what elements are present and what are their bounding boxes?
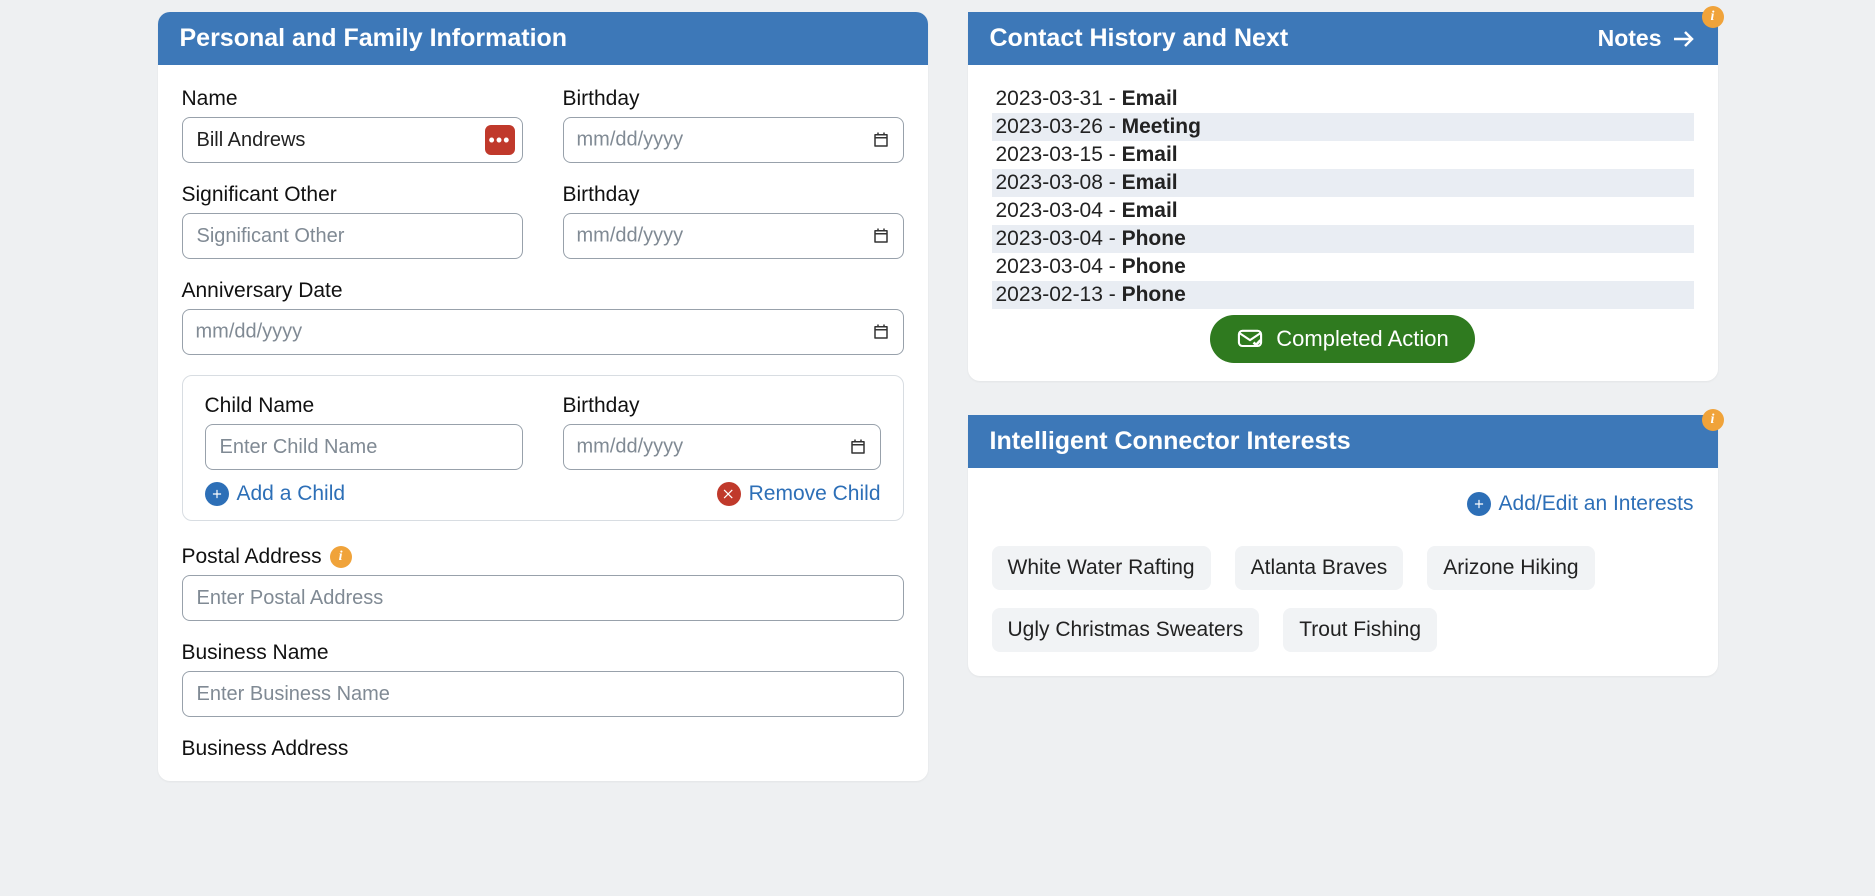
info-icon[interactable]: i [1702,6,1724,28]
history-row[interactable]: 2023-03-26 - Meeting [992,113,1694,141]
interests-header-title: Intelligent Connector Interests [990,427,1351,456]
so-birthday-label: Birthday [563,183,904,207]
so-birthday-input[interactable] [563,213,904,259]
history-list: 2023-03-31 - Email2023-03-26 - Meeting20… [968,65,1718,381]
add-child-label: Add a Child [237,482,346,506]
arrow-right-icon [1670,27,1696,51]
envelope-check-icon [1236,325,1264,353]
interests-header: Intelligent Connector Interests [968,415,1718,468]
personal-header: Personal and Family Information [158,12,928,65]
history-type: Email [1122,171,1178,194]
so-label: Significant Other [182,183,523,207]
history-date: 2023-03-08 [996,171,1103,194]
history-type: Phone [1122,227,1186,250]
biz-addr-label: Business Address [182,737,904,761]
history-date: 2023-03-04 [996,255,1103,278]
history-type: Phone [1122,255,1186,278]
child-name-label: Child Name [205,394,523,418]
interest-tag[interactable]: Arizone Hiking [1427,546,1594,590]
history-date: 2023-03-04 [996,199,1103,222]
personal-card: Personal and Family Information Name ••• [158,12,928,781]
postal-input[interactable] [182,575,904,621]
info-icon[interactable]: i [1702,409,1724,431]
history-row[interactable]: 2023-03-08 - Email [992,169,1694,197]
history-type: Meeting [1122,115,1201,138]
history-row[interactable]: 2023-03-04 - Email [992,197,1694,225]
birthday-input[interactable] [563,117,904,163]
history-header: Contact History and Next Notes [968,12,1718,65]
name-label: Name [182,87,523,111]
name-input[interactable] [182,117,523,163]
interest-tag[interactable]: Ugly Christmas Sweaters [992,608,1260,652]
interest-tag[interactable]: White Water Rafting [992,546,1211,590]
interests-card: i Intelligent Connector Interests Add/Ed… [968,415,1718,676]
child-box: Child Name Birthday mm/dd/yyyy [182,375,904,521]
child-birthday-input[interactable] [563,424,881,470]
interest-tag[interactable]: Trout Fishing [1283,608,1437,652]
child-name-input[interactable] [205,424,523,470]
history-row[interactable]: 2023-03-04 - Phone [992,225,1694,253]
interest-tags: White Water Rafting Atlanta Braves Arizone… [992,546,1694,652]
history-row[interactable]: 2023-03-04 - Phone [992,253,1694,281]
completed-label: Completed Action [1276,326,1448,352]
history-type: Email [1122,87,1178,110]
anniversary-input[interactable] [182,309,904,355]
history-card: i Contact History and Next Notes 2023-03… [968,12,1718,381]
name-more-button[interactable]: ••• [485,125,515,155]
history-row[interactable]: 2023-03-31 - Email [992,85,1694,113]
history-date: 2023-03-04 [996,227,1103,250]
history-date: 2023-03-26 [996,115,1103,138]
completed-action-button[interactable]: Completed Action [1210,315,1474,363]
history-date: 2023-02-13 [996,283,1103,306]
personal-header-title: Personal and Family Information [180,24,568,53]
history-type: Phone [1122,283,1186,306]
so-input[interactable] [182,213,523,259]
history-header-title: Contact History and Next [990,24,1289,53]
remove-child-button[interactable]: Remove Child [717,482,881,506]
close-icon [717,482,741,506]
postal-label: Postal Address [182,545,322,569]
plus-icon [1467,492,1491,516]
notes-label: Notes [1598,25,1662,52]
history-type: Email [1122,143,1178,166]
plus-icon [205,482,229,506]
add-child-button[interactable]: Add a Child [205,482,346,506]
biz-name-label: Business Name [182,641,904,665]
anniversary-label: Anniversary Date [182,279,904,303]
history-type: Email [1122,199,1178,222]
birthday-label: Birthday [563,87,904,111]
remove-child-label: Remove Child [749,482,881,506]
info-icon[interactable]: i [330,546,352,568]
child-birthday-label: Birthday [563,394,881,418]
history-date: 2023-03-31 [996,87,1103,110]
add-interests-button[interactable]: Add/Edit an Interests [1467,492,1694,516]
history-row[interactable]: 2023-03-15 - Email [992,141,1694,169]
biz-name-input[interactable] [182,671,904,717]
add-interests-label: Add/Edit an Interests [1499,492,1694,516]
history-date: 2023-03-15 [996,143,1103,166]
interest-tag[interactable]: Atlanta Braves [1235,546,1404,590]
notes-link[interactable]: Notes [1598,25,1696,52]
history-row[interactable]: 2023-02-13 - Phone [992,281,1694,309]
